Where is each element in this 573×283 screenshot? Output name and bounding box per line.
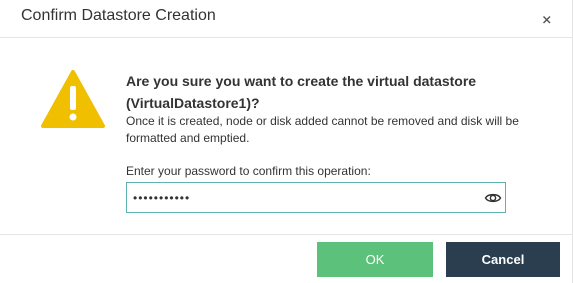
dialog-header: Confirm Datastore Creation: [0, 0, 573, 38]
password-field: [126, 182, 506, 213]
eye-icon[interactable]: [484, 189, 502, 207]
close-icon[interactable]: [537, 9, 557, 29]
dialog-body: Are you sure you want to create the virt…: [0, 38, 573, 234]
dialog-title: Confirm Datastore Creation: [21, 7, 216, 24]
warning-triangle-icon: [40, 69, 106, 129]
confirm-question: Are you sure you want to create the virt…: [126, 73, 477, 111]
password-label: Enter your password to confirm this oper…: [126, 164, 371, 178]
cancel-button[interactable]: Cancel: [446, 242, 560, 277]
warning-detail: Once it is created, node or disk added c…: [126, 114, 519, 145]
password-input[interactable]: [127, 183, 477, 212]
dialog-footer: OK Cancel: [0, 234, 573, 283]
ok-button[interactable]: OK: [317, 242, 433, 277]
confirm-dialog: Confirm Datastore Creation Are you sure …: [0, 0, 573, 283]
